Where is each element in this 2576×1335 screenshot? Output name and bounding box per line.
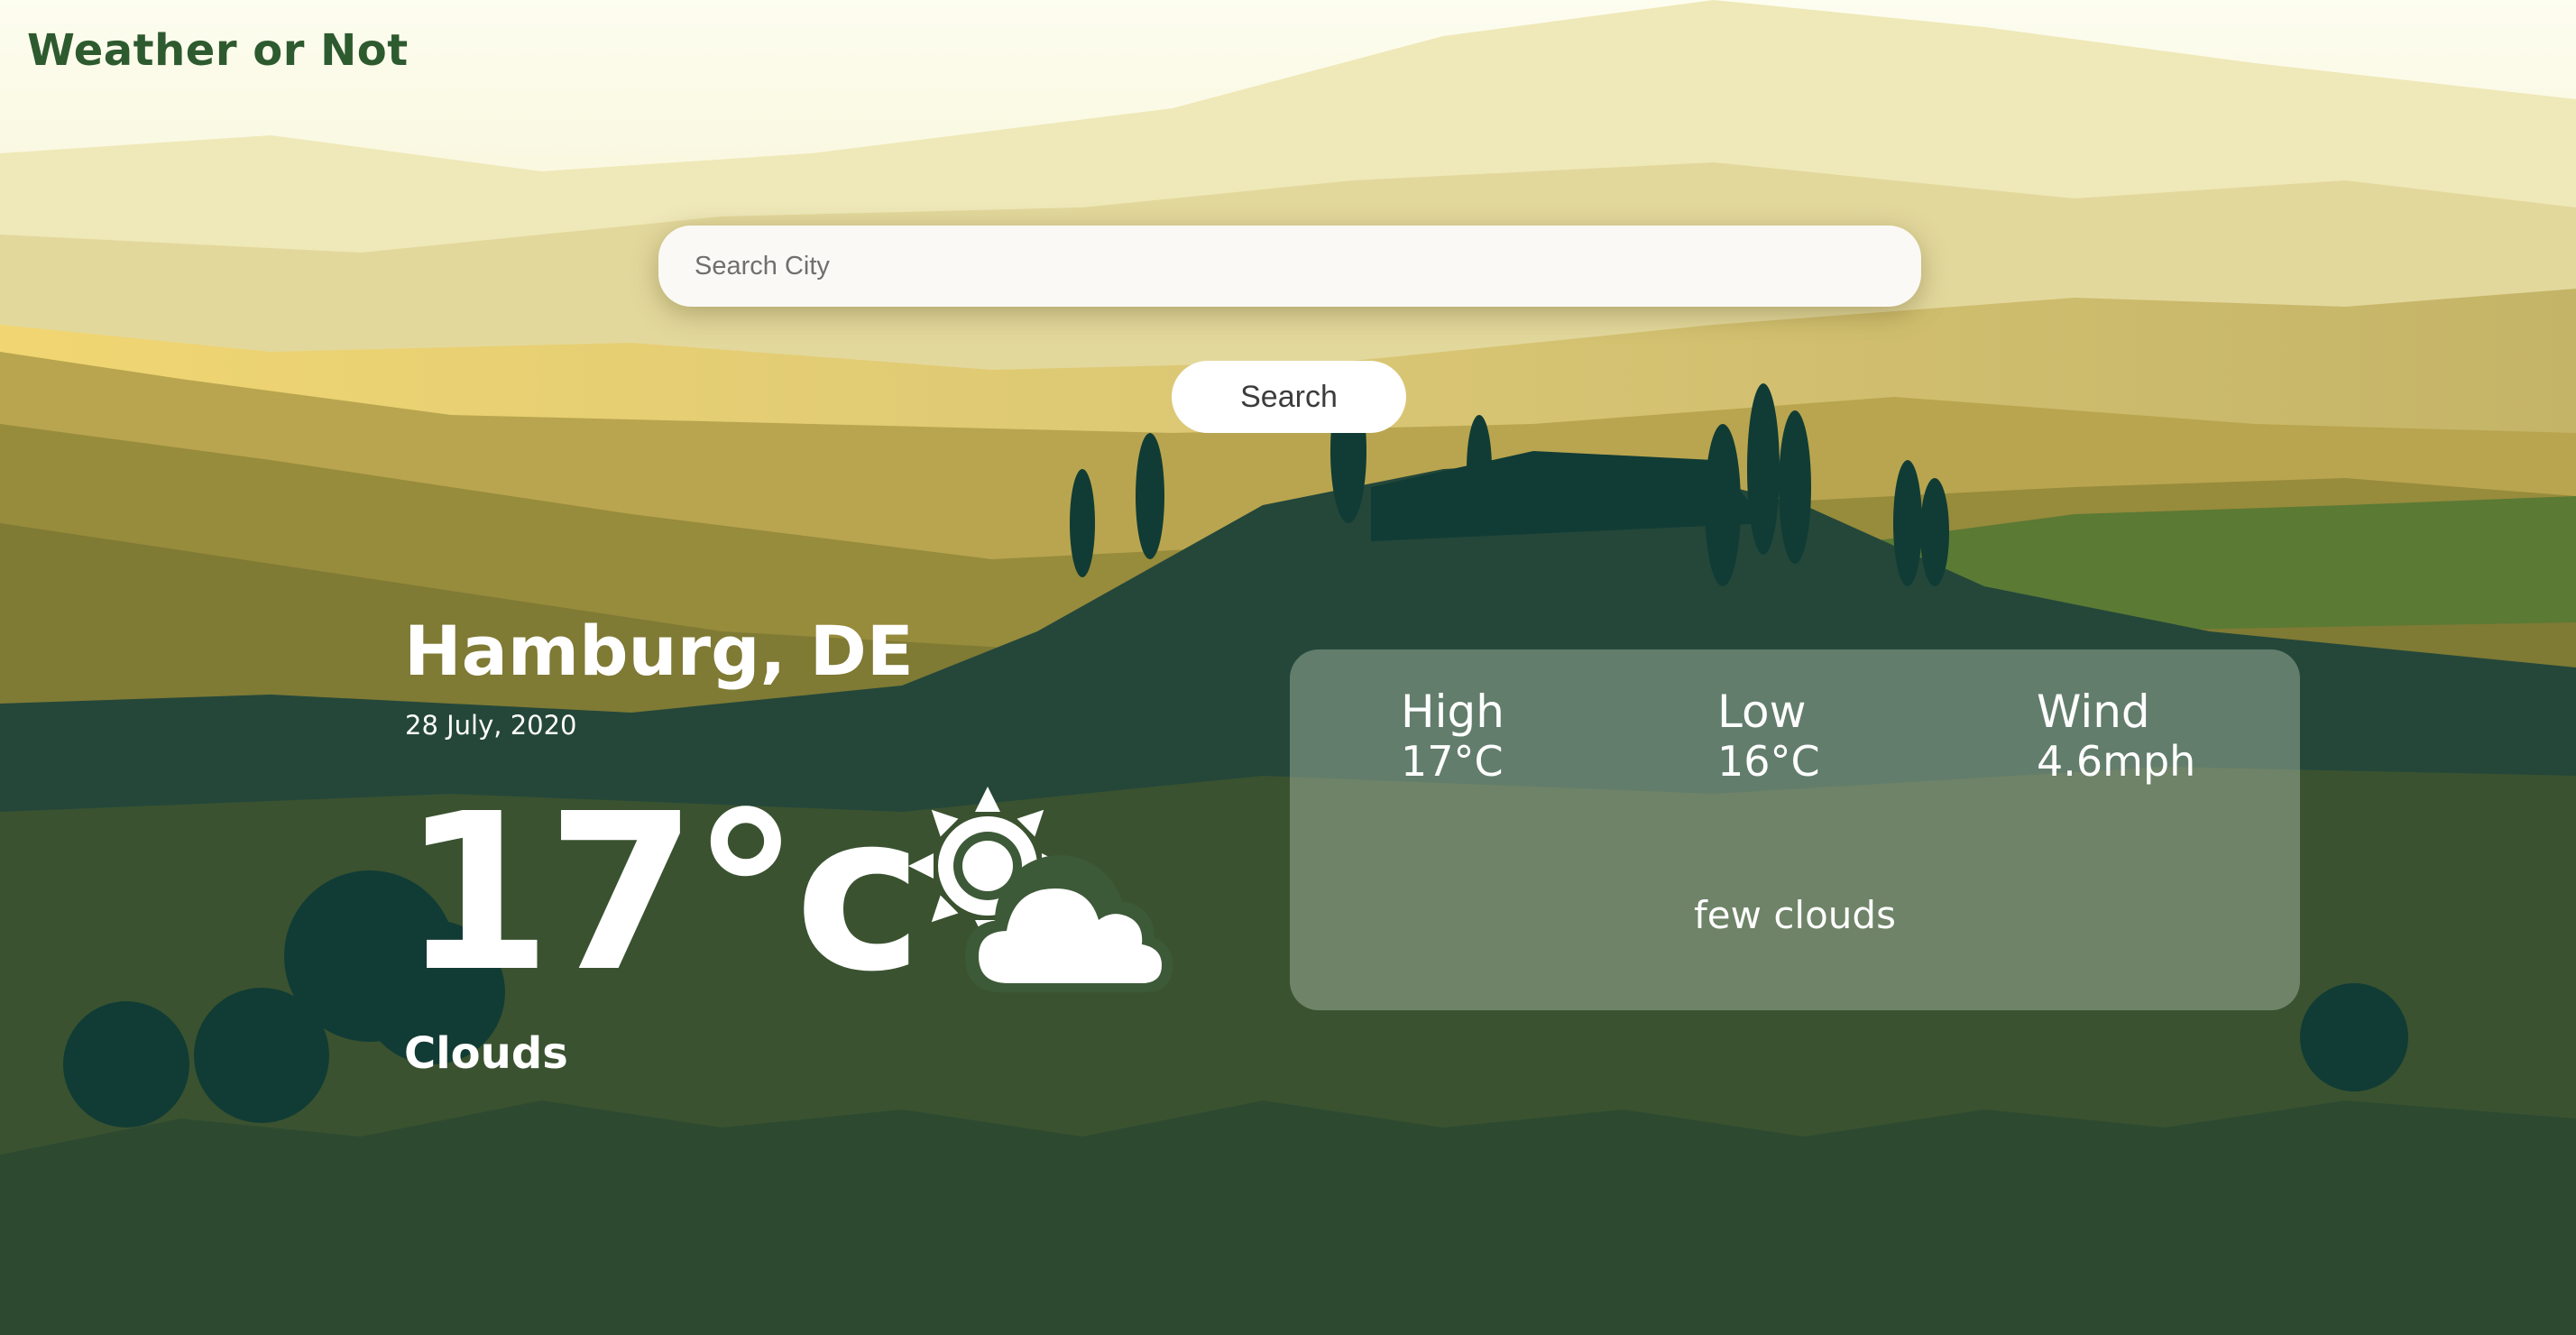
sun-behind-cloud-icon [908, 787, 1173, 992]
search-button[interactable]: Search [1172, 361, 1406, 433]
high-value: 17°C [1401, 737, 1504, 786]
weather-condition: Clouds [404, 1028, 568, 1079]
low-value: 16°C [1717, 737, 1820, 786]
current-temperature: 17°c [401, 767, 923, 1019]
weather-details-card: High 17°C Low 16°C Wind 4.6mph few cloud… [1290, 649, 2300, 1010]
high-temperature: High 17°C [1401, 687, 1504, 787]
wind-speed: Wind 4.6mph [2037, 687, 2195, 787]
app-logo[interactable]: Weather or Not [27, 25, 409, 76]
city-name: Hamburg, DE [404, 611, 914, 691]
weather-description: few clouds [1694, 893, 1896, 937]
search-city-input[interactable] [658, 226, 1921, 307]
low-temperature: Low 16°C [1717, 687, 1820, 787]
wind-label: Wind [2037, 686, 2150, 738]
high-label: High [1401, 686, 1504, 738]
current-date: 28 July, 2020 [405, 710, 577, 741]
wind-value: 4.6mph [2037, 737, 2196, 786]
low-label: Low [1717, 686, 1807, 738]
